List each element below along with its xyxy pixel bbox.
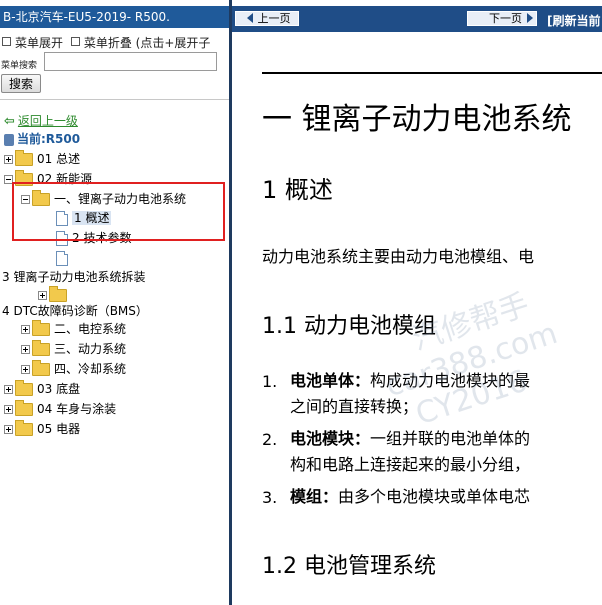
expand-plus-icon[interactable] xyxy=(4,405,13,414)
search-label: 菜单搜索 xyxy=(1,61,38,71)
list-item: 模组：由多个电池模块或单体电芯 xyxy=(290,484,530,510)
menu-search-input[interactable] xyxy=(44,52,217,71)
tree-item-unnamed-folder[interactable] xyxy=(38,286,71,303)
list-number: 3. xyxy=(262,488,278,507)
tree-label[interactable]: 03 底盘 xyxy=(37,382,80,396)
prev-page-label: 上一页 xyxy=(257,13,291,25)
menu-collapse-icon xyxy=(70,37,80,46)
content-panel: 上一页 下一页 [刷新当前 一 锂离子动力电池系统 1 概述 动力电池系统主要由… xyxy=(232,0,602,605)
list-text: 由多个电池模块或单体电芯 xyxy=(338,487,531,506)
back-arrow-icon: ⇦ xyxy=(4,114,15,129)
next-page-button[interactable]: 下一页 xyxy=(467,11,537,26)
tree-item-power[interactable]: 三、动力系统 xyxy=(21,340,126,357)
divider xyxy=(0,99,229,100)
list-item: 电池模块：一组并联的电池单体的 构和电路上连接起来的最小分组， xyxy=(290,426,530,478)
expand-plus-icon[interactable] xyxy=(4,155,13,164)
current-model-icon xyxy=(4,133,14,146)
tree-label[interactable]: 3 锂离子动力电池系统拆装 xyxy=(2,270,145,284)
expand-plus-icon[interactable] xyxy=(21,365,30,374)
arrow-right-icon xyxy=(527,13,533,23)
list-number: 1. xyxy=(262,372,278,391)
back-row[interactable]: ⇦ 返回上一级 xyxy=(4,113,78,129)
list-term: 模组： xyxy=(290,487,339,506)
folder-icon xyxy=(15,420,33,436)
expand-plus-icon[interactable] xyxy=(38,291,47,300)
tree-label[interactable]: 05 电器 xyxy=(37,422,80,436)
expand-plus-icon[interactable] xyxy=(4,385,13,394)
folder-icon xyxy=(15,380,33,396)
red-highlight-box xyxy=(12,182,225,241)
doc-section-1-2: 1.2 电池管理系统 xyxy=(262,554,436,579)
tree-label[interactable]: 01 总述 xyxy=(37,152,80,166)
doc-section-1-1: 1.1 动力电池模组 xyxy=(262,314,436,339)
list-term: 电池模块： xyxy=(290,429,371,448)
tree-label[interactable]: 四、冷却系统 xyxy=(54,362,126,376)
tree-item-disassembly[interactable]: 3 锂离子动力电池系统拆装 xyxy=(2,269,145,285)
list-text: 构和电路上连接起来的最小分组， xyxy=(290,455,531,474)
doc-heading-1: 一 锂离子动力电池系统 xyxy=(262,102,572,137)
left-nav-panel: B-北京汽车-EU5-2019- R500. 菜单展开 菜单折叠 (点击+展开子… xyxy=(0,0,229,605)
folder-icon xyxy=(32,340,50,356)
tree-item-dtc[interactable]: 4 DTC故障码诊断（BMS） xyxy=(2,303,148,319)
tree-item-blank-page[interactable] xyxy=(56,250,72,266)
panel-title: B-北京汽车-EU5-2019- R500. xyxy=(0,6,229,28)
tree-label[interactable]: 二、电控系统 xyxy=(54,322,126,336)
list-text: 之间的直接转换； xyxy=(290,397,419,416)
list-text: 构成动力电池模块的最 xyxy=(370,371,531,390)
menu-collapse-link[interactable]: 菜单折叠 (点击+展开子 xyxy=(84,36,211,50)
next-page-label: 下一页 xyxy=(489,13,522,25)
expand-plus-icon[interactable] xyxy=(4,425,13,434)
tree-item-ecu[interactable]: 二、电控系统 xyxy=(21,320,126,337)
menu-expand-link[interactable]: 菜单展开 xyxy=(15,36,63,50)
tree-item-cooling[interactable]: 四、冷却系统 xyxy=(21,360,126,377)
current-row: 当前:R500 xyxy=(4,131,80,147)
tree-item-overview[interactable]: 01 总述 xyxy=(4,150,80,167)
current-model: 当前:R500 xyxy=(17,132,81,146)
back-link[interactable]: 返回上一级 xyxy=(18,114,78,128)
search-button[interactable]: 搜索 xyxy=(1,74,41,93)
tree-item-body[interactable]: 04 车身与涂装 xyxy=(4,400,116,417)
folder-icon xyxy=(32,320,50,336)
expand-plus-icon[interactable] xyxy=(21,345,30,354)
folder-icon xyxy=(15,400,33,416)
tree-label[interactable]: 三、动力系统 xyxy=(54,342,126,356)
folder-icon xyxy=(49,286,67,302)
tree-label[interactable]: 4 DTC故障码诊断（BMS） xyxy=(2,304,148,318)
list-number: 2. xyxy=(262,430,278,449)
tree-item-chassis[interactable]: 03 底盘 xyxy=(4,380,80,397)
folder-icon xyxy=(15,150,33,166)
menu-operations: 菜单展开 菜单折叠 (点击+展开子 xyxy=(2,34,214,51)
folder-icon xyxy=(32,360,50,376)
page-icon xyxy=(56,251,68,266)
doc-intro-paragraph: 动力电池系统主要由动力电池模组、电 xyxy=(262,247,535,266)
prev-page-button[interactable]: 上一页 xyxy=(235,11,299,26)
refresh-link[interactable]: [刷新当前 xyxy=(547,12,601,29)
header-rule xyxy=(262,72,602,74)
arrow-left-icon xyxy=(246,13,253,23)
doc-heading-2: 1 概述 xyxy=(262,176,333,204)
content-toolbar: 上一页 下一页 [刷新当前 xyxy=(232,6,602,32)
list-term: 电池单体： xyxy=(290,371,371,390)
list-text: 一组并联的电池单体的 xyxy=(370,429,531,448)
menu-expand-icon xyxy=(2,37,11,46)
expand-plus-icon[interactable] xyxy=(21,325,30,334)
list-item: 电池单体：构成动力电池模块的最 之间的直接转换； xyxy=(290,368,530,420)
tree-label[interactable]: 04 车身与涂装 xyxy=(37,402,116,416)
tree-item-electrical[interactable]: 05 电器 xyxy=(4,420,80,437)
